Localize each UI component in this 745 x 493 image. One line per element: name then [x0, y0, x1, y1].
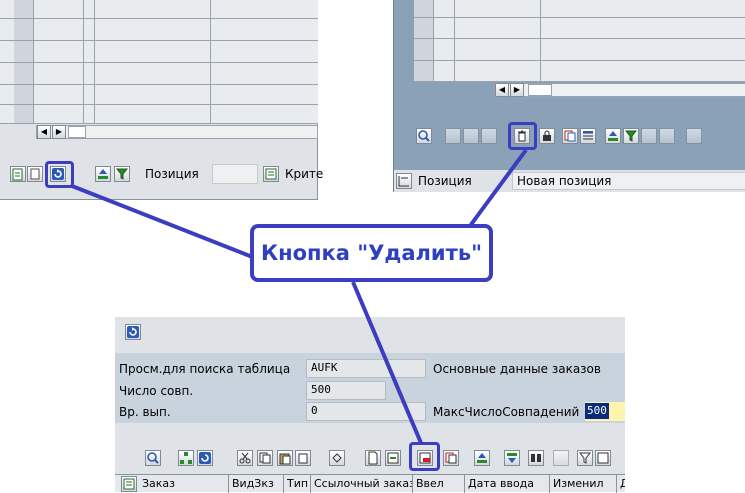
connector-line-delete	[465, 148, 528, 232]
connector-line-delete-row	[351, 281, 423, 444]
connector-line-refresh	[71, 184, 256, 260]
delete-button-callout: Кнопка "Удалить"	[250, 224, 493, 282]
callout-text: Кнопка "Удалить"	[260, 241, 483, 265]
